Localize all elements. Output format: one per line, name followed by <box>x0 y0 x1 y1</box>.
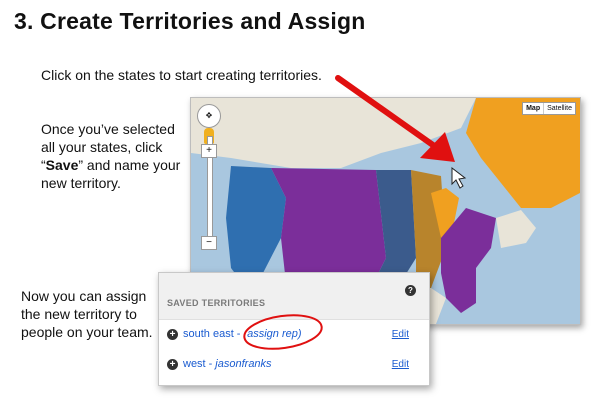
territory-name[interactable]: south east <box>183 328 234 340</box>
edit-link[interactable]: Edit <box>392 329 409 340</box>
save-instructions: Once you’ve selected all your states, cl… <box>41 120 181 192</box>
separator: - <box>236 328 241 340</box>
territory-row-south-east[interactable]: + south east - (assign rep) Edit <box>167 325 409 343</box>
territory-name[interactable]: west <box>183 358 206 370</box>
saved-territories-panel: SAVED TERRITORIES ? + south east - (assi… <box>158 272 430 386</box>
expand-plus-icon[interactable]: + <box>167 358 178 370</box>
assign-rep-link[interactable]: (assign rep) <box>243 328 301 340</box>
assign-instructions: Now you can assign the new territory to … <box>21 288 153 340</box>
separator: - <box>208 358 213 370</box>
help-icon[interactable]: ? <box>405 285 416 296</box>
map-type-map-button[interactable]: Map <box>523 103 545 114</box>
save-word: Save <box>45 157 79 173</box>
zoom-in-button[interactable]: + <box>201 144 217 158</box>
map-type-control[interactable]: Map Satellite <box>522 102 576 115</box>
intro-text: Click on the states to start creating te… <box>41 67 322 83</box>
expand-plus-icon[interactable]: + <box>167 328 178 340</box>
edit-link[interactable]: Edit <box>392 359 409 370</box>
zoom-out-button[interactable]: − <box>201 236 217 250</box>
panel-title: SAVED TERRITORIES <box>167 298 266 308</box>
assignee-name[interactable]: jasonfranks <box>215 358 271 370</box>
panel-header: SAVED TERRITORIES ? <box>159 273 429 320</box>
territory-row-west[interactable]: + west - jasonfranks Edit <box>167 355 409 373</box>
pan-control-icon[interactable]: ✥ <box>197 104 221 128</box>
page-title: 3. Create Territories and Assign <box>14 8 366 34</box>
map-type-satellite-button[interactable]: Satellite <box>544 103 575 114</box>
